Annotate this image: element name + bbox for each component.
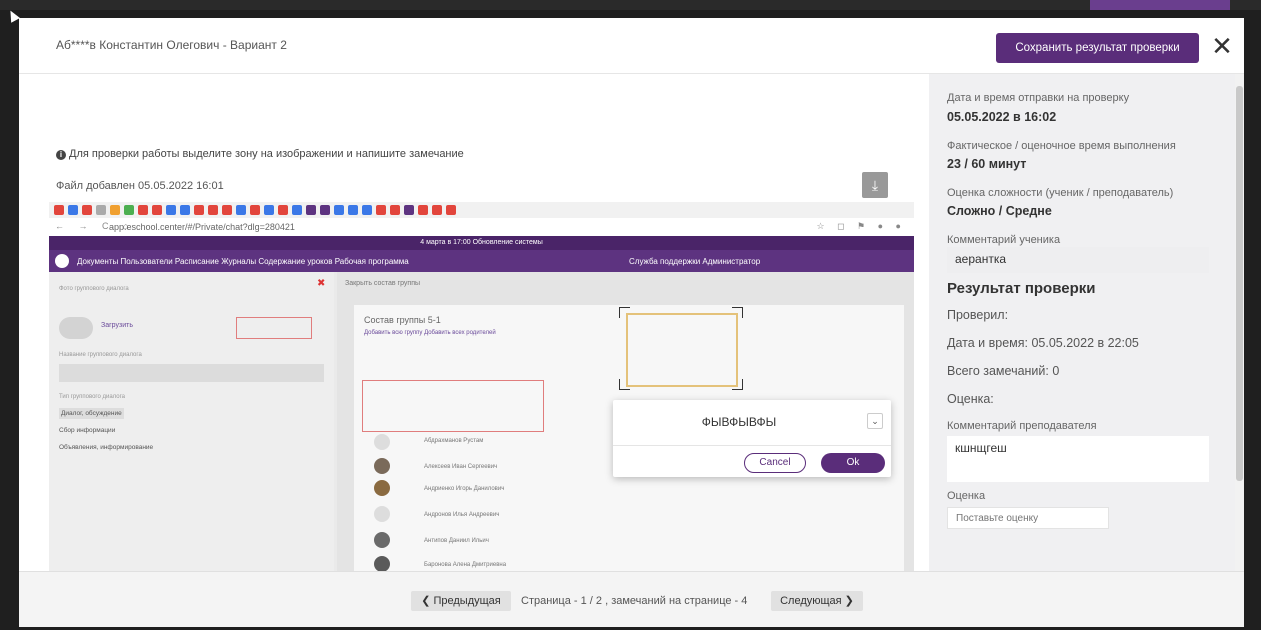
pagination-footer: ❮ Предыдущая Страница - 1 / 2 , замечани… [19,571,1244,627]
page-info: Страница - 1 / 2 , замечаний на странице… [521,595,748,607]
side-label-photo: Фото группового диалога [59,286,129,292]
member-avatar [374,556,390,571]
review-scroll-thumb[interactable] [1236,86,1243,481]
review-datetime: Дата и время: 05.05.2022 в 22:05 [947,336,1139,350]
teacher-comment-label: Комментарий преподавателя [947,420,1097,432]
cancel-button[interactable]: Cancel [744,453,806,473]
selection-handle[interactable] [732,379,743,390]
result-heading: Результат проверки [947,280,1096,297]
difficulty-label: Оценка сложности (ученик / преподаватель… [947,187,1174,199]
grade-field-label: Оценка [947,490,986,502]
difficulty-value: Сложно / Средне [947,204,1052,218]
selection-handle[interactable] [732,307,743,318]
time-value: 23 / 60 минут [947,157,1027,171]
background-window-strip [0,0,1261,10]
side-label-type: Тип группового диалога [59,394,125,400]
sent-value: 05.05.2022 в 16:02 [947,110,1057,124]
save-result-button[interactable]: Сохранить результат проверки [996,33,1199,63]
member-avatar [374,458,390,474]
teacher-comment-field[interactable]: кшнщгеш [947,436,1209,482]
member-row: Андриенко Игорь Данилович [424,486,505,492]
ok-button[interactable]: Ok [821,453,885,473]
member-row: Андронов Илья Андреевич [424,512,500,518]
app-logo [55,254,69,268]
system-banner: 4 марта в 17:00 Обновление системы [49,236,914,250]
collapse-group-link: Закрыть состав группы [345,280,421,287]
remark-highlight[interactable] [236,317,312,339]
checked-by: Проверил: [947,308,1009,322]
member-avatar [374,434,390,450]
member-row: Антипов Даниил Ильич [424,538,489,544]
total-remarks: Всего замечаний: 0 [947,364,1060,378]
active-selection[interactable] [626,313,738,387]
group-avatar-icon [59,317,93,339]
hint-label: Для проверки работы выделите зону на изо… [69,148,464,160]
member-avatar [374,506,390,522]
member-avatar [374,480,390,496]
app-navbar: Документы Пользователи Расписание Журнал… [49,250,914,272]
member-row: Баронова Алена Дмитриевна [424,562,507,568]
next-page-button[interactable]: Следующая ❯ [771,591,863,611]
remark-popup: ФЫВФЫВФЫ ⌄ Cancel Ok [613,400,891,477]
modal-title: Аб****в Константин Олегович - Вариант 2 [56,38,287,52]
member-avatar [374,532,390,548]
selection-handle[interactable] [619,379,630,390]
member-row: Абдрахманов Рустам [424,438,484,444]
member-row: Алексеев Иван Сергеевич [424,464,498,470]
background-button [1090,0,1230,10]
group-actions: Добавить всю группу Добавить всех родите… [364,330,496,336]
grade-input[interactable] [947,507,1109,529]
chevron-down-icon[interactable]: ⌄ [867,413,883,429]
remark-text[interactable]: ФЫВФЫВФЫ [613,415,865,429]
app-nav-right: Служба поддержки Администратор [629,257,761,266]
selection-handle[interactable] [619,307,630,318]
side-label-name: Название группового диалога [59,352,142,358]
student-comment: аерантка [947,247,1209,273]
review-panel: Дата и время отправки на проверку 05.05.… [929,74,1235,571]
info-icon: i [56,150,66,160]
browser-url: app.eschool.center/#/Private/chat?dlg=28… [109,222,295,232]
side-option-3: Объявления, информирование [59,444,154,451]
file-added-label: Файл добавлен 05.05.2022 16:01 [56,180,224,192]
mouse-cursor-icon [6,8,20,23]
browser-extension-icons: ☆ ◻ ⚑ ● ● [816,221,906,231]
browser-address-bar: ← → C ⌂ app.eschool.center/#/Private/cha… [49,218,914,237]
side-upload-link: Загрузить [101,322,133,329]
browser-tab-strip [49,202,914,218]
prev-page-button[interactable]: ❮ Предыдущая [411,591,511,611]
download-icon[interactable]: ⤓ [862,172,888,198]
review-modal: Аб****в Константин Олегович - Вариант 2 … [19,18,1244,627]
side-option-2: Сбор информации [59,427,116,434]
popup-divider [613,445,891,446]
grade-label: Оценка: [947,392,994,406]
student-comment-label: Комментарий ученика [947,234,1061,246]
side-option-1: Диалог, обсуждение [59,408,124,419]
close-icon[interactable]: ✕ [1209,33,1235,60]
app-nav-left: Документы Пользователи Расписание Журнал… [77,257,409,266]
hint-text: i Для проверки работы выделите зону на из… [56,148,464,160]
sent-label: Дата и время отправки на проверку [947,92,1130,104]
time-label: Фактическое / оценочное время выполнения [947,140,1176,152]
side-close-icon: ✖ [317,278,326,289]
work-viewer: i Для проверки работы выделите зону на из… [19,74,929,571]
side-name-field [59,364,324,382]
group-title: Состав группы 5-1 [364,315,441,325]
modal-header: Аб****в Константин Олегович - Вариант 2 … [19,18,1244,74]
remark-highlight[interactable] [362,380,544,432]
